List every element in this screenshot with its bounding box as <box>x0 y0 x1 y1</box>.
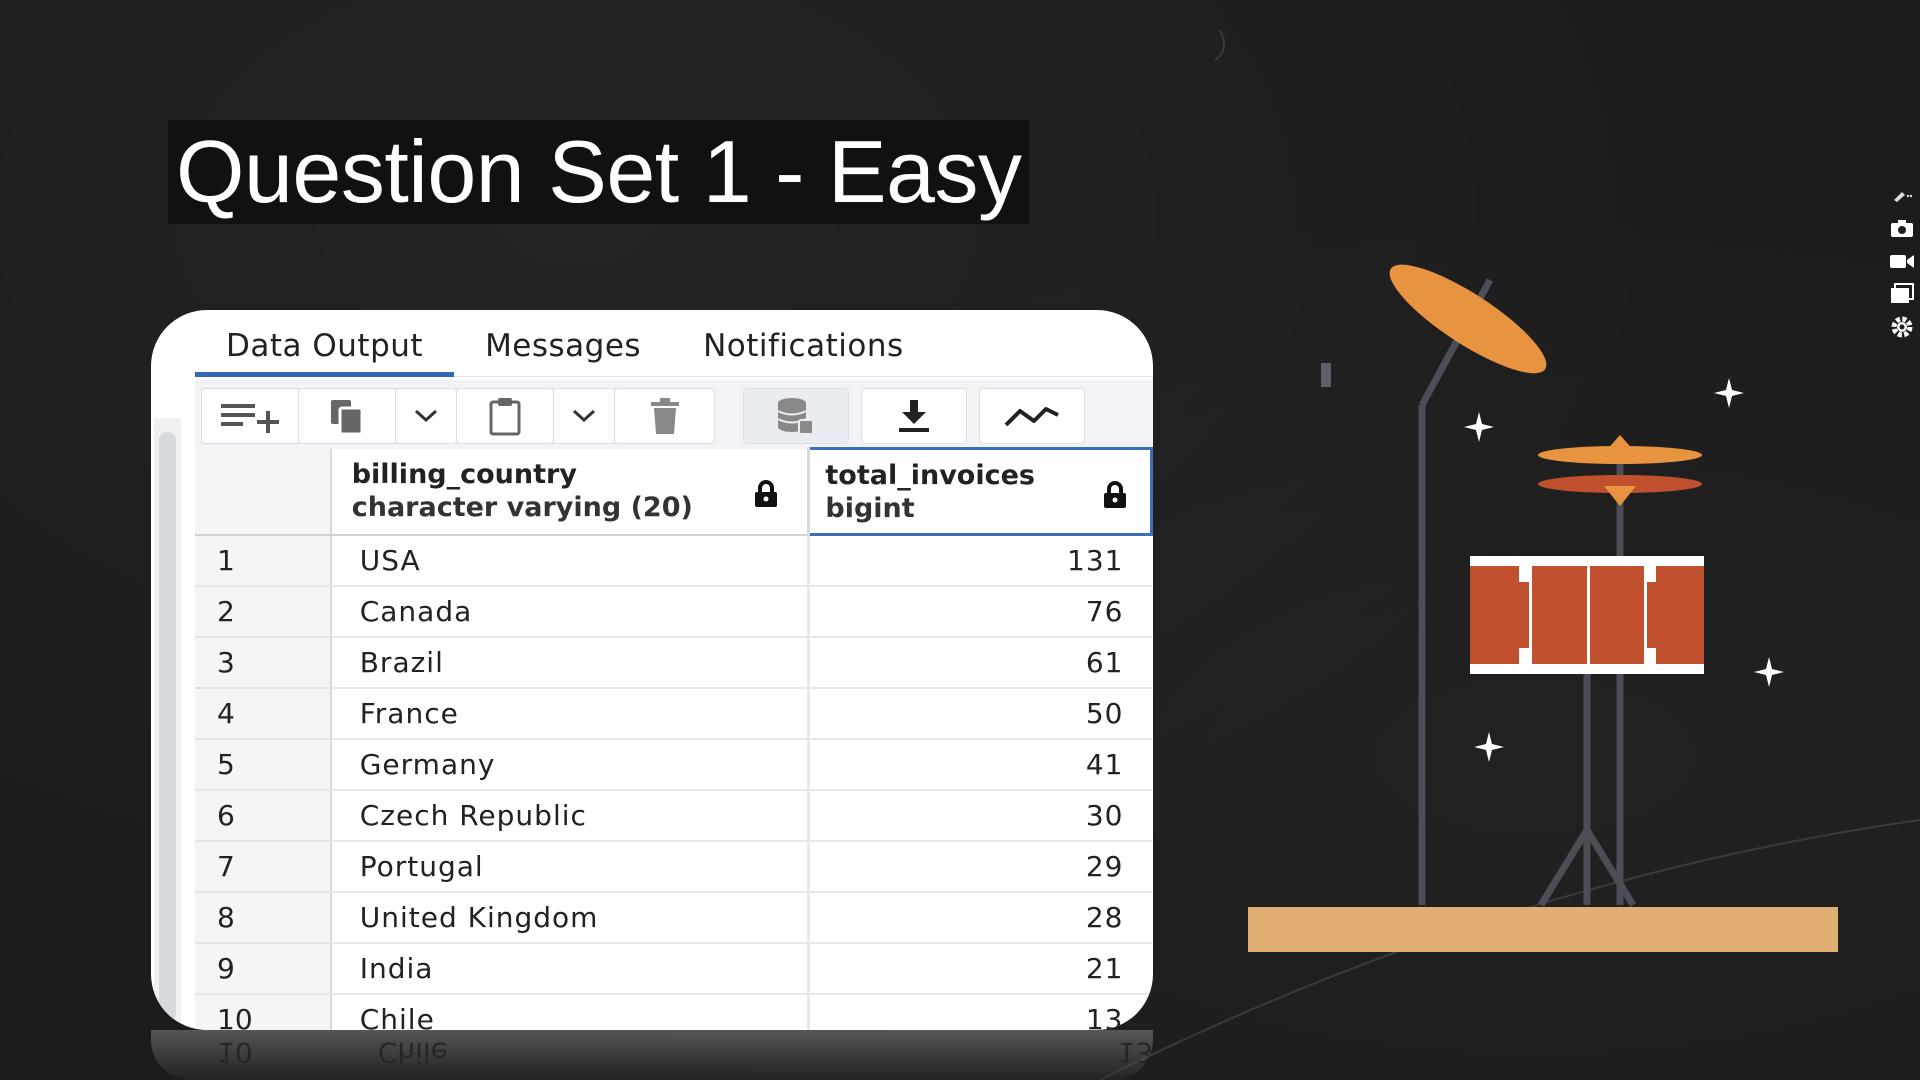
small-bar <box>1321 363 1331 387</box>
drum-kit-illustration <box>1248 264 1838 952</box>
stage-floor <box>1248 907 1838 952</box>
pen-icon[interactable] <box>1884 178 1920 211</box>
camera-icon[interactable] <box>1884 211 1920 244</box>
screen-share-icon[interactable] <box>1884 277 1920 310</box>
crash-cymbal <box>1389 264 1547 374</box>
video-camera-icon[interactable] <box>1884 244 1920 277</box>
settings-gear-icon[interactable] <box>1884 310 1920 343</box>
recording-toolbar <box>1884 178 1920 343</box>
